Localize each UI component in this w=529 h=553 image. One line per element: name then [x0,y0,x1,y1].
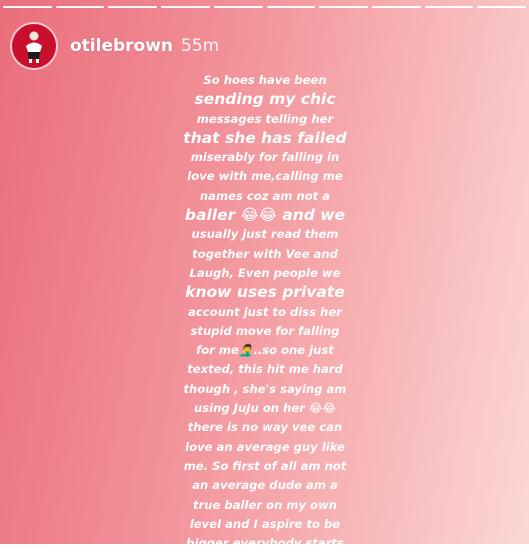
person-icon [26,31,42,63]
username[interactable]: otilebrown [70,36,173,56]
progress-segment [213,6,263,8]
story-text-line: texted, this hit me hard [187,362,343,377]
story-text-line: though , she's saying am [183,381,347,396]
story-header: otilebrown 55m [12,24,219,68]
progress-segment [55,6,105,8]
story-text-line: love an average guy like [185,439,345,454]
story-text-line: miserably for falling in [190,150,340,165]
story-text-line: So hoes have been [203,73,327,87]
story-text-line: account just to diss her [188,304,342,319]
progress-segment [266,6,316,8]
story-text-line: names coz am not a [199,188,331,203]
story-text-line: that she has failed [183,128,347,147]
story-text-line: usually just read them [191,227,339,242]
story-text-line: using JuJu on her 😂😂 [193,401,337,416]
timestamp: 55m [181,36,220,56]
story-text: So hoes have been sending my chic messag… [172,71,358,553]
story-text-line: level and I aspire to be [189,516,341,531]
story-text-line: love with me,calling me [187,169,343,184]
story-text-line: an average dude am a [192,478,338,493]
story-text-line: me. So first of all am not [183,458,347,473]
story-text-line: know uses private [185,283,345,302]
story-text-line: true baller on my own [193,497,337,512]
progress-segment [319,6,368,8]
story-text-line: sending my chic [194,90,336,109]
story-text-line: baller 😂😂 and we [184,206,346,225]
progress-segment [3,6,52,8]
story-text-line: together with Vee and [192,246,338,261]
story-text-line: Laugh, Even people we [189,265,341,280]
progress-segment [477,6,527,8]
story-text-line: stupid move for falling [190,323,340,338]
story-text-line: messages telling her [196,111,334,126]
story-text-line: there is no way vee can [187,420,343,435]
story-progress-bar [3,6,527,9]
story-text-line: for me🤦‍♂️..so one just [196,343,334,358]
progress-segment [161,6,210,8]
avatar[interactable] [12,24,56,68]
progress-segment [108,6,158,8]
story-viewer[interactable]: otilebrown 55m So hoes have been sending… [0,0,529,550]
progress-segment [371,6,421,8]
progress-segment [424,6,474,8]
